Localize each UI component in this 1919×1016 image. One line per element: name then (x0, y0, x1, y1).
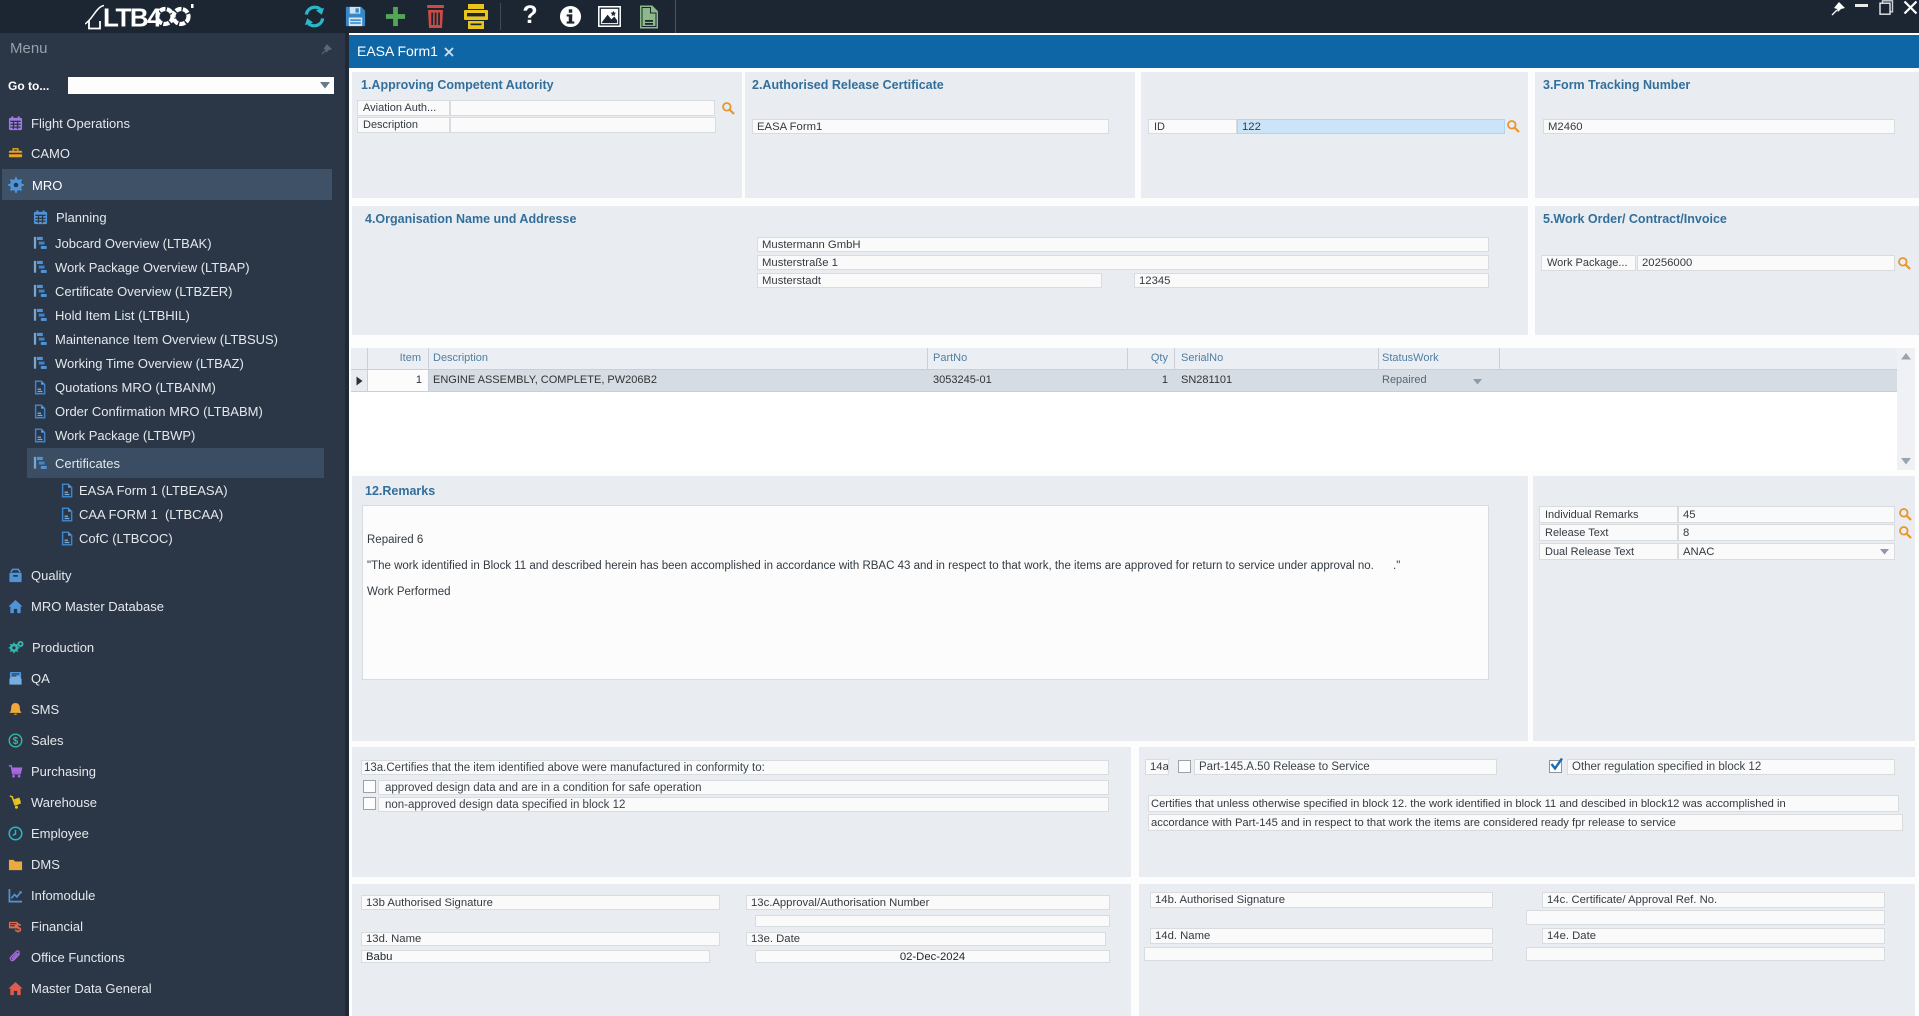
svg-text:LTB4: LTB4 (103, 3, 162, 32)
